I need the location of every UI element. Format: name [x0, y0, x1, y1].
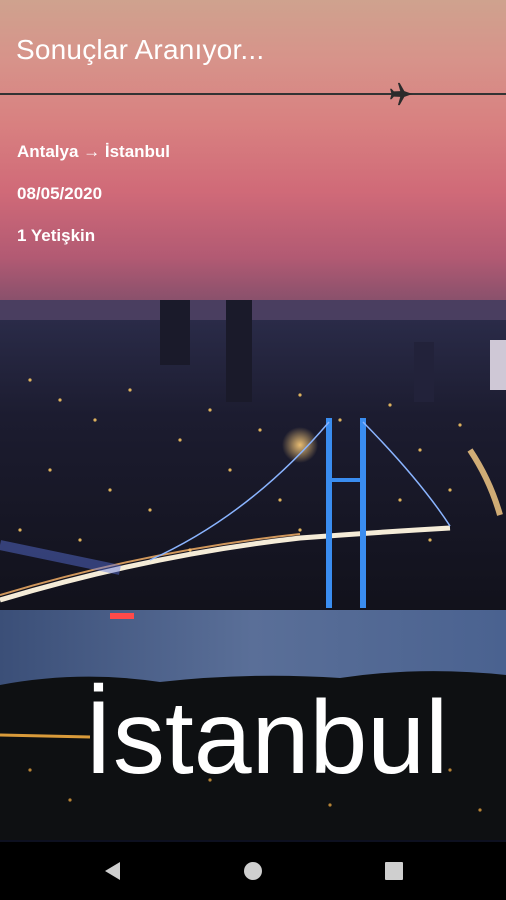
passenger-count-text: 1 Yetişkin: [17, 226, 96, 245]
back-triangle-icon[interactable]: [101, 859, 125, 883]
page-title: Sonuçlar Aranıyor...: [16, 34, 265, 65]
recent-square-icon[interactable]: [382, 859, 406, 883]
route-text: Antalya → İstanbul: [17, 142, 171, 161]
flight-progress-line: [0, 93, 506, 95]
destination-city-name: İstanbul: [84, 680, 449, 796]
travel-date-text: 08/05/2020: [17, 184, 103, 203]
airplane-icon: [390, 82, 413, 106]
search-results-screen: Sonuçlar Aranıyor... Antalya → İstanbul …: [0, 0, 506, 900]
system-navigation-bar: [0, 842, 506, 900]
home-circle-icon[interactable]: [241, 859, 265, 883]
